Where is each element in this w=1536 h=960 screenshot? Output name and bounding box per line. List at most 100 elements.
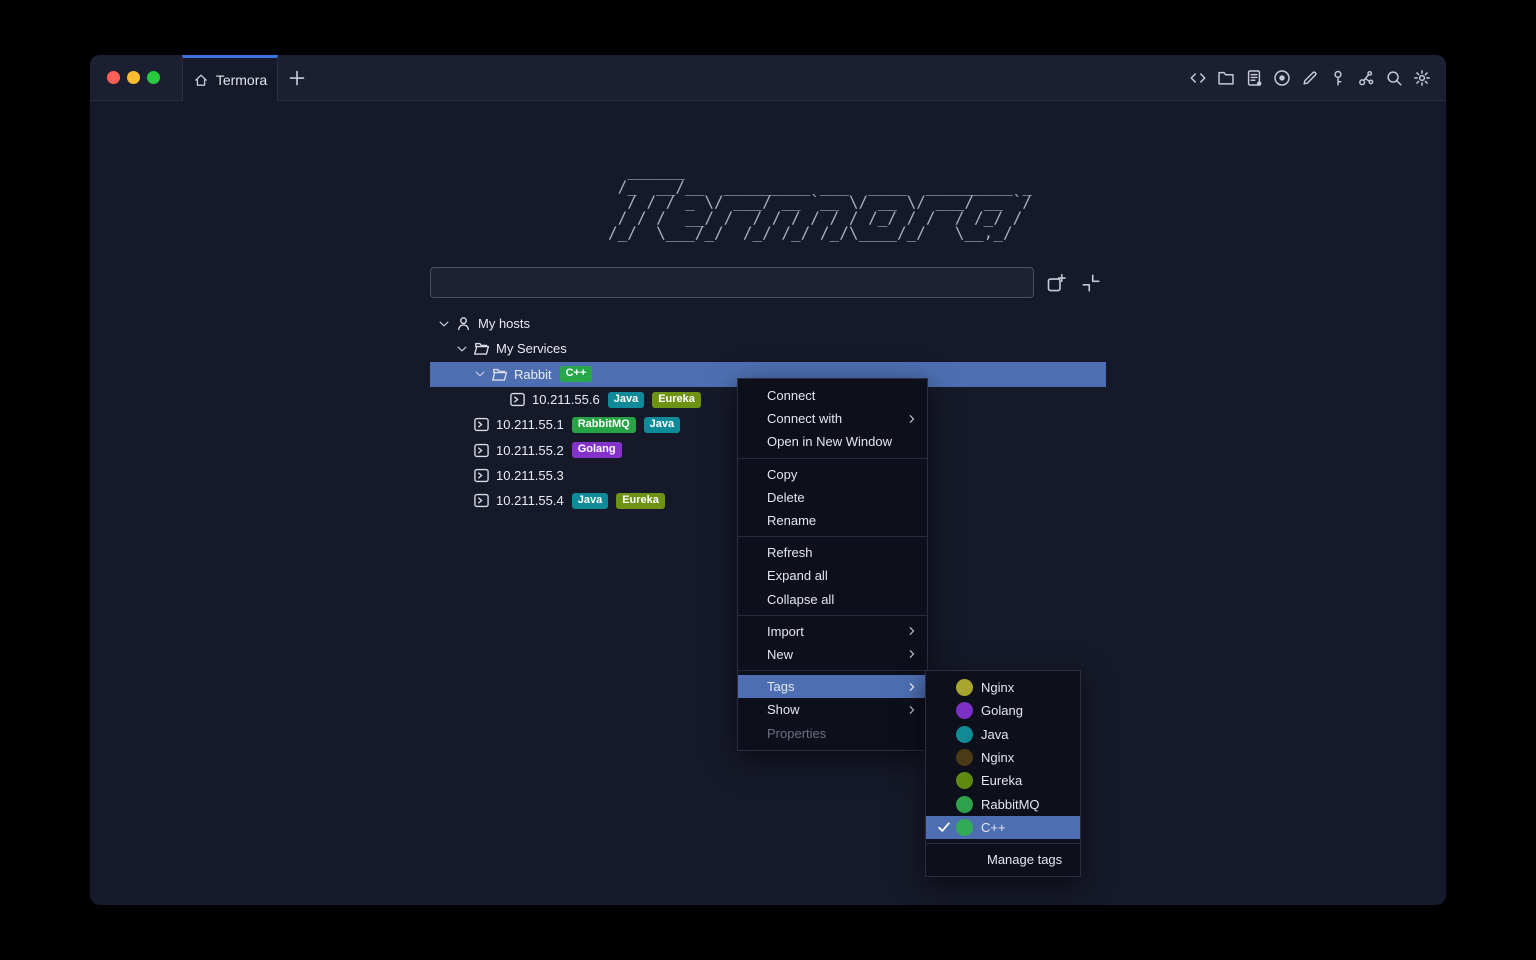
menu-item-rename[interactable]: Rename xyxy=(738,509,927,532)
zoom-button[interactable] xyxy=(147,71,160,84)
tree-item-label: My Services xyxy=(496,341,567,356)
tag-color-dot xyxy=(956,702,973,719)
menu-item-label: Connect xyxy=(767,388,815,403)
menu-item-label: Expand all xyxy=(767,568,828,583)
minimize-button[interactable] xyxy=(127,71,140,84)
tag-option-label: Java xyxy=(981,727,1008,742)
home-icon xyxy=(193,72,209,88)
titlebar-actions xyxy=(1189,55,1446,100)
code-icon[interactable] xyxy=(1189,69,1207,87)
tree-item-label: My hosts xyxy=(478,316,530,331)
tag-option-nginx[interactable]: Nginx xyxy=(926,676,1080,699)
folder-icon[interactable] xyxy=(1217,69,1235,87)
chevron-down-icon[interactable] xyxy=(472,366,488,382)
tag-badge: RabbitMQ xyxy=(572,417,636,433)
terminal-icon xyxy=(473,416,490,433)
menu-item-label: Properties xyxy=(767,726,826,741)
chevron-down-icon[interactable] xyxy=(454,341,470,357)
menu-item-refresh[interactable]: Refresh xyxy=(738,541,927,564)
tag-color-dot xyxy=(956,749,973,766)
tree-item-label: 10.211.55.1 xyxy=(496,417,564,432)
menu-separator xyxy=(738,536,927,537)
menu-item-delete[interactable]: Delete xyxy=(738,486,927,509)
user-icon xyxy=(455,315,472,332)
tree-item-my-services[interactable]: My Services xyxy=(430,336,1106,361)
tag-option-rabbitmq[interactable]: RabbitMQ xyxy=(926,792,1080,815)
tag-option-label: Eureka xyxy=(981,773,1022,788)
tag-option-eureka[interactable]: Eureka xyxy=(926,769,1080,792)
key-icon[interactable] xyxy=(1329,69,1347,87)
add-host-button[interactable] xyxy=(1046,273,1066,293)
branch-icon[interactable] xyxy=(1357,69,1375,87)
tag-option-nginx[interactable]: Nginx xyxy=(926,746,1080,769)
menu-separator xyxy=(738,458,927,459)
menu-item-copy[interactable]: Copy xyxy=(738,463,927,486)
tag-color-dot xyxy=(956,772,973,789)
menu-item-open-in-new-window[interactable]: Open in New Window xyxy=(738,430,927,453)
menu-item-manage-tags[interactable]: Manage tags xyxy=(926,848,1080,871)
titlebar: Termora xyxy=(90,55,1446,101)
ascii-logo: ______ /_ __/__ _________ ___ ____ _____… xyxy=(608,163,1032,241)
menu-item-collapse-all[interactable]: Collapse all xyxy=(738,588,927,611)
tag-option-label: Golang xyxy=(981,703,1023,718)
tab-label: Termora xyxy=(216,72,267,88)
tag-option-golang[interactable]: Golang xyxy=(926,699,1080,722)
tag-badge: Eureka xyxy=(652,392,701,408)
tag-color-dot xyxy=(956,796,973,813)
menu-separator xyxy=(926,843,1080,844)
tag-color-dot xyxy=(956,726,973,743)
submenu-arrow-icon xyxy=(905,624,919,638)
tag-badge: Java xyxy=(572,493,608,509)
host-search-input[interactable] xyxy=(430,267,1034,298)
record-icon[interactable] xyxy=(1273,69,1291,87)
tag-option-java[interactable]: Java xyxy=(926,723,1080,746)
tree-item-label: 10.211.55.4 xyxy=(496,493,564,508)
menu-item-show[interactable]: Show xyxy=(738,698,927,721)
tree-item-label: 10.211.55.3 xyxy=(496,468,564,483)
menu-item-label: Open in New Window xyxy=(767,434,892,449)
tag-badge: C++ xyxy=(560,366,593,382)
log-icon[interactable] xyxy=(1245,69,1263,87)
menu-item-new[interactable]: New xyxy=(738,643,927,666)
menu-item-label: Tags xyxy=(767,679,794,694)
folder-open-icon xyxy=(491,366,508,383)
tag-color-dot xyxy=(956,819,973,836)
submenu-arrow-icon xyxy=(905,680,919,694)
tag-option-label: C++ xyxy=(981,820,1006,835)
menu-item-expand-all[interactable]: Expand all xyxy=(738,564,927,587)
tag-option-label: Nginx xyxy=(981,750,1014,765)
search-icon[interactable] xyxy=(1385,69,1403,87)
submenu-arrow-icon xyxy=(905,647,919,661)
submenu-arrow-icon xyxy=(905,412,919,426)
edit-icon[interactable] xyxy=(1301,69,1319,87)
context-menu: Connect Connect with Open in New Window Cop… xyxy=(737,378,928,751)
tag-option-c-[interactable]: C++ xyxy=(926,816,1080,839)
menu-item-tags[interactable]: Tags xyxy=(738,675,927,698)
tree-item-my-hosts[interactable]: My hosts xyxy=(430,311,1106,336)
ascii-logo-text: ______ /_ __/__ _________ ___ ____ _____… xyxy=(608,163,1032,241)
tree-item-label: 10.211.55.2 xyxy=(496,443,564,458)
close-button[interactable] xyxy=(107,71,120,84)
new-tab-button[interactable] xyxy=(287,68,307,88)
tag-badge: Java xyxy=(644,417,680,433)
tree-item-label: Rabbit xyxy=(514,367,552,382)
search-row xyxy=(430,267,1106,298)
folder-open-icon xyxy=(473,340,490,357)
menu-separator xyxy=(738,615,927,616)
menu-item-label: Copy xyxy=(767,467,797,482)
menu-item-label: Collapse all xyxy=(767,592,834,607)
termora-window: Termora ______ /_ __/__ _________ ___ __… xyxy=(90,55,1446,905)
chevron-down-icon[interactable] xyxy=(436,316,452,332)
collapse-all-button[interactable] xyxy=(1081,273,1101,293)
menu-item-connect[interactable]: Connect xyxy=(738,384,927,407)
terminal-icon xyxy=(473,467,490,484)
menu-item-label: Import xyxy=(767,624,804,639)
menu-item-import[interactable]: Import xyxy=(738,620,927,643)
menu-separator xyxy=(738,670,927,671)
settings-icon[interactable] xyxy=(1413,69,1431,87)
check-slot xyxy=(936,819,952,835)
tag-badge: Java xyxy=(608,392,644,408)
submenu-arrow-icon xyxy=(905,703,919,717)
tab-termora[interactable]: Termora xyxy=(182,55,278,101)
menu-item-connect-with[interactable]: Connect with xyxy=(738,407,927,430)
